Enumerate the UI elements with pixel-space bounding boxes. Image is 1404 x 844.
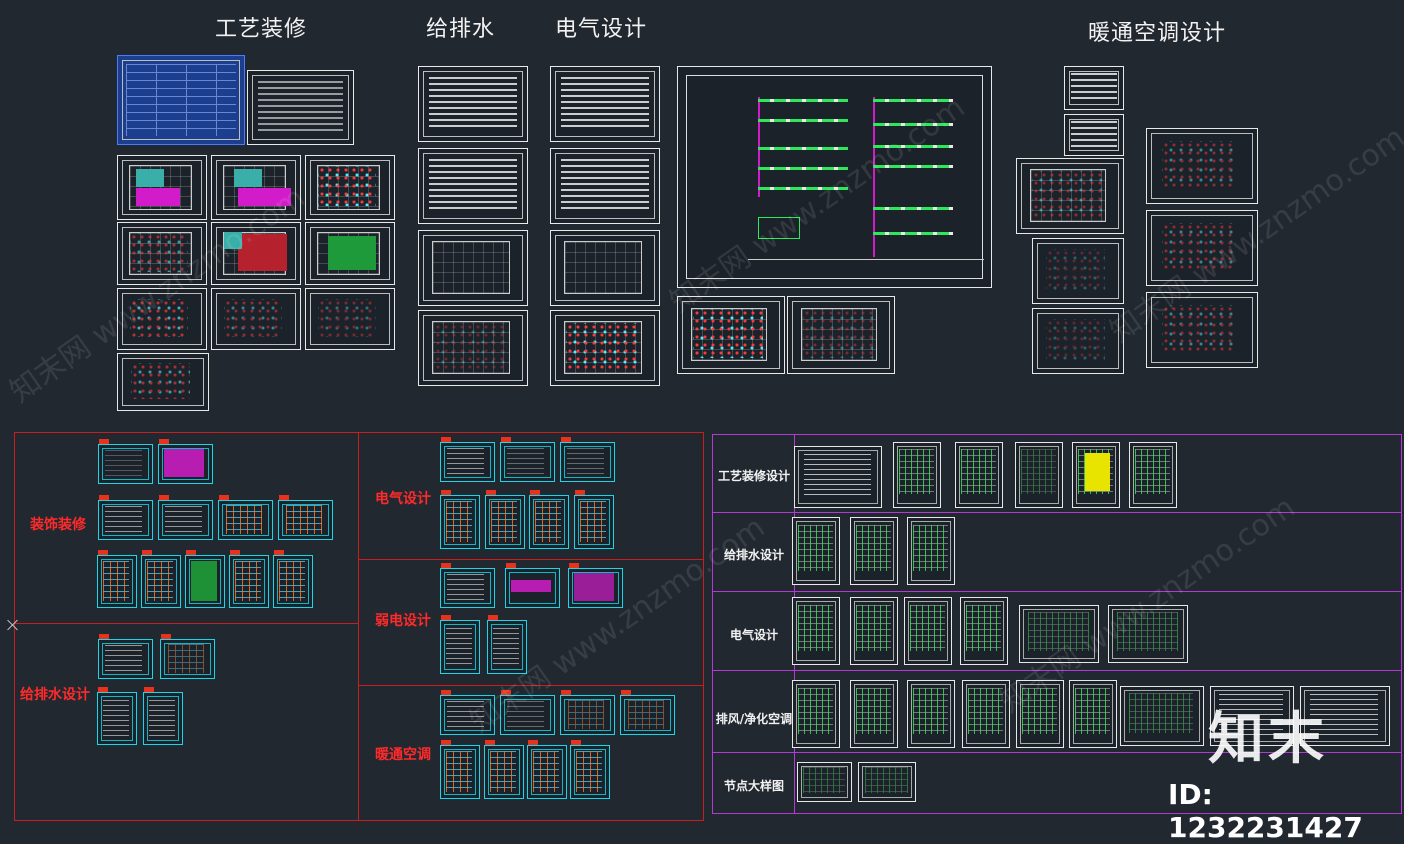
drawing-sheet-elec-notes-1[interactable] (550, 66, 660, 142)
drawing-sheet-water-notes-2[interactable] (418, 148, 528, 224)
cyan-sheet-deco-1[interactable] (98, 495, 153, 540)
left-panel-horizontal-divider (14, 623, 358, 624)
drawing-sheet-details-2[interactable] (211, 288, 301, 350)
label-weak-current: 弱电设计 (375, 613, 431, 629)
cyan-sheet-elec-system-2[interactable] (560, 437, 615, 482)
drawing-sheet-hvac-plan-1[interactable] (1016, 158, 1124, 234)
cyan-sheet-hvac-plan-2[interactable] (484, 740, 524, 799)
row-label-exhaust-hvac: 排风/净化空调 (715, 712, 793, 726)
cyan-sheet-hvac-system-3[interactable] (620, 690, 675, 735)
asset-id-label: ID: 1232231427 (1168, 778, 1363, 844)
white-sheet-hvac-plan-3[interactable] (907, 680, 955, 748)
cyan-sheet-water-system[interactable] (160, 634, 215, 679)
drawing-sheet-hvac-axon-1[interactable] (1032, 238, 1124, 304)
drawing-sheet-hvac-notes-2[interactable] (1064, 114, 1124, 156)
cyan-sheet-deco-3[interactable] (218, 495, 273, 540)
label-hvac: 暖通空调 (375, 747, 431, 763)
drawing-sheet-elec-plan-1[interactable] (550, 230, 660, 306)
row-divider-2 (712, 591, 1402, 592)
row-label-node-details: 节点大样图 (723, 779, 784, 793)
cyan-sheet-deco-2[interactable] (158, 495, 213, 540)
heading-craft-decoration: 工艺装修 (215, 17, 308, 42)
cyan-sheet-deco-9[interactable] (273, 550, 313, 608)
white-sheet-craft-plan-5[interactable] (1129, 442, 1177, 508)
label-electrical: 电气设计 (375, 491, 431, 507)
left-panel-divider-2 (358, 559, 704, 560)
drawing-sheet-plan-spots[interactable] (305, 155, 395, 220)
crosshair-cursor-icon (6, 618, 20, 632)
cyan-sheet-cover[interactable] (98, 439, 153, 484)
drawing-sheet-hvac-section-1[interactable] (1146, 128, 1258, 204)
cyan-sheet-hvac-plan-3[interactable] (527, 740, 567, 799)
drawing-sheet-plan-cyan[interactable] (117, 155, 207, 220)
cyan-sheet-deco-5[interactable] (97, 550, 137, 608)
white-sheet-water-plan-1[interactable] (792, 517, 840, 585)
white-sheet-craft-plan-1[interactable] (893, 442, 941, 508)
white-sheet-elec-plan-3[interactable] (904, 597, 952, 665)
cyan-sheet-elec-plan-4[interactable] (574, 490, 614, 549)
label-water: 给排水设计 (20, 687, 90, 703)
drawing-sheet-elec-notes-2[interactable] (550, 148, 660, 224)
cyan-sheet-hvac-plan-1[interactable] (440, 740, 480, 799)
cyan-sheet-elec-plan-1[interactable] (440, 490, 480, 549)
cyan-sheet-water-plan-1[interactable] (97, 687, 137, 745)
cyan-sheet-deco-6[interactable] (141, 550, 181, 608)
cyan-sheet-water-notes[interactable] (98, 634, 153, 679)
heading-hvac: 暖通空调设计 (1088, 21, 1227, 46)
drawing-sheet-elec-plan-2[interactable] (550, 310, 660, 386)
cyan-sheet-deco-7[interactable] (185, 550, 225, 608)
cyan-sheet-hvac-plan-4[interactable] (570, 740, 610, 799)
cyan-sheet-water-plan-2[interactable] (143, 687, 183, 745)
drawing-sheet-water-plan-1[interactable] (418, 230, 528, 306)
row-label-electrical: 电气设计 (729, 628, 778, 642)
white-sheet-hvac-plan-2[interactable] (850, 680, 898, 748)
white-sheet-craft-notes[interactable] (794, 446, 882, 508)
drawing-sheet-plan-green[interactable] (305, 222, 395, 285)
drawing-sheet-details-4[interactable] (117, 353, 209, 411)
cyan-sheet-deco-4[interactable] (278, 495, 333, 540)
cyan-sheet-elec-plan-2[interactable] (485, 490, 525, 549)
white-sheet-elec-plan-4[interactable] (960, 597, 1008, 665)
cyan-sheet-elec-notes[interactable] (440, 437, 495, 482)
white-sheet-craft-plan-3[interactable] (1015, 442, 1063, 508)
left-panel-vertical-divider (358, 432, 359, 821)
drawing-sheet-water-notes-1[interactable] (418, 66, 528, 142)
cyan-sheet-weak-notes[interactable] (440, 563, 495, 608)
brand-logo: 知末 (1208, 707, 1328, 772)
label-decoration: 装饰装修 (30, 517, 86, 533)
white-sheet-hvac-plan-1[interactable] (792, 680, 840, 748)
white-sheet-craft-plan-4[interactable] (1072, 442, 1120, 508)
cyan-sheet-index[interactable] (158, 439, 213, 484)
white-sheet-hvac-plan-6[interactable] (1069, 680, 1117, 748)
heading-electrical: 电气设计 (555, 17, 648, 42)
cyan-sheet-weak-plan-1[interactable] (440, 615, 480, 674)
cyan-sheet-elec-plan-3[interactable] (529, 490, 569, 549)
cyan-sheet-elec-system-1[interactable] (500, 437, 555, 482)
white-sheet-water-plan-2[interactable] (850, 517, 898, 585)
cyan-sheet-weak-system[interactable] (505, 563, 560, 608)
drawing-sheet-notes[interactable] (247, 70, 354, 145)
drawing-sheet-elec-plan-4[interactable] (787, 296, 895, 374)
drawing-sheet-hvac-notes-1[interactable] (1064, 66, 1124, 110)
cyan-sheet-hvac-system-2[interactable] (560, 690, 615, 735)
white-sheet-water-plan-3[interactable] (907, 517, 955, 585)
white-sheet-craft-plan-2[interactable] (955, 442, 1003, 508)
white-sheet-node-detail-2[interactable] (858, 762, 916, 802)
white-sheet-elec-plan-2[interactable] (850, 597, 898, 665)
drawing-sheet-index-table[interactable] (117, 55, 245, 145)
heading-water-supply: 给排水 (426, 17, 496, 42)
row-divider-1 (712, 512, 1402, 513)
row-label-craft-decoration: 工艺装修设计 (717, 469, 790, 483)
white-sheet-node-detail-1[interactable] (797, 762, 852, 802)
drawing-sheet-details-3[interactable] (305, 288, 395, 350)
white-sheet-elec-plan-1[interactable] (792, 597, 840, 665)
drawing-sheet-water-plan-2[interactable] (418, 310, 528, 386)
white-sheet-hvac-section-1[interactable] (1120, 686, 1204, 746)
cyan-sheet-deco-8[interactable] (229, 550, 269, 608)
